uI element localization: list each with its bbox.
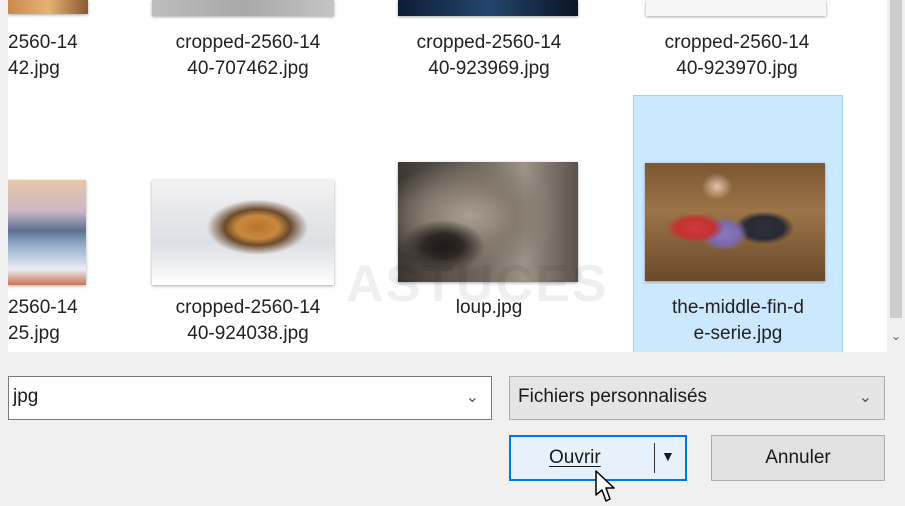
file-name-line2: 25.jpg <box>8 323 60 344</box>
watermark: ASTUCES <box>346 255 609 313</box>
mouse-cursor-icon <box>595 470 615 502</box>
file-name-line1: the-middle-fin-d <box>672 297 804 318</box>
split-button-divider <box>654 443 655 473</box>
scrollbar-thumb[interactable] <box>890 0 902 318</box>
cancel-button[interactable]: Annuler <box>711 435 885 481</box>
file-tile[interactable]: cropped-2560-14 40-923970.jpg <box>632 0 842 95</box>
file-name-line1: 2560-14 <box>8 32 78 53</box>
chevron-down-icon[interactable]: ⌄ <box>859 387 872 407</box>
file-tile[interactable]: cropped-2560-14 40-923969.jpg <box>384 0 594 95</box>
file-thumbnail <box>8 180 86 285</box>
filetype-select[interactable]: Fichiers personnalisés ⌄ <box>509 376 885 420</box>
file-thumbnail <box>152 0 334 16</box>
dialog-footer: jpg ⌄ Fichiers personnalisés ⌄ Ouvrir ▼ … <box>8 352 887 506</box>
cancel-button-label: Annuler <box>765 447 831 468</box>
file-name-line2: e-serie.jpg <box>693 323 783 344</box>
file-name-line2: 40-923969.jpg <box>428 58 550 79</box>
dropdown-arrow-icon[interactable]: ▼ <box>661 448 675 464</box>
file-tile[interactable]: loup.jpg <box>384 150 594 350</box>
filetype-value: Fichiers personnalisés <box>518 386 708 407</box>
file-name-line1: cropped-2560-14 <box>416 32 562 53</box>
file-name-line1: cropped-2560-14 <box>175 297 321 318</box>
file-tile-selected[interactable]: the-middle-fin-d e-serie.jpg <box>633 95 843 352</box>
file-name-line1: cropped-2560-14 <box>664 32 810 53</box>
dialog-left-edge <box>0 0 8 506</box>
chevron-down-icon[interactable]: ⌄ <box>466 387 479 407</box>
open-button-label: Ouvrir <box>549 447 601 468</box>
file-name-line1: cropped-2560-14 <box>175 32 321 53</box>
file-name-line2: 40-923970.jpg <box>676 58 798 79</box>
file-thumbnail <box>152 180 334 285</box>
filename-input[interactable]: jpg ⌄ <box>8 376 492 420</box>
file-tile[interactable]: cropped-2560-14 40-707462.jpg <box>148 0 348 95</box>
file-thumbnail <box>645 163 825 281</box>
file-tile[interactable]: cropped-2560-14 40-924038.jpg <box>148 170 348 350</box>
filename-value: jpg <box>13 386 39 407</box>
file-name-line1: 2560-14 <box>8 297 78 318</box>
file-thumbnail <box>646 0 826 16</box>
file-tile[interactable]: 2560-14 42.jpg <box>8 0 98 95</box>
file-list[interactable]: 2560-14 42.jpg cropped-2560-14 40-707462… <box>8 0 887 352</box>
dialog-right-edge <box>887 352 905 506</box>
file-name-line2: 42.jpg <box>8 58 60 79</box>
file-name-line2: 40-924038.jpg <box>187 323 309 344</box>
scroll-down-arrow-icon[interactable]: ⌄ <box>890 326 902 346</box>
file-thumbnail <box>398 0 578 16</box>
file-name-line2: 40-707462.jpg <box>187 58 309 79</box>
file-tile[interactable]: 2560-14 25.jpg <box>8 170 108 350</box>
file-thumbnail <box>8 0 88 14</box>
